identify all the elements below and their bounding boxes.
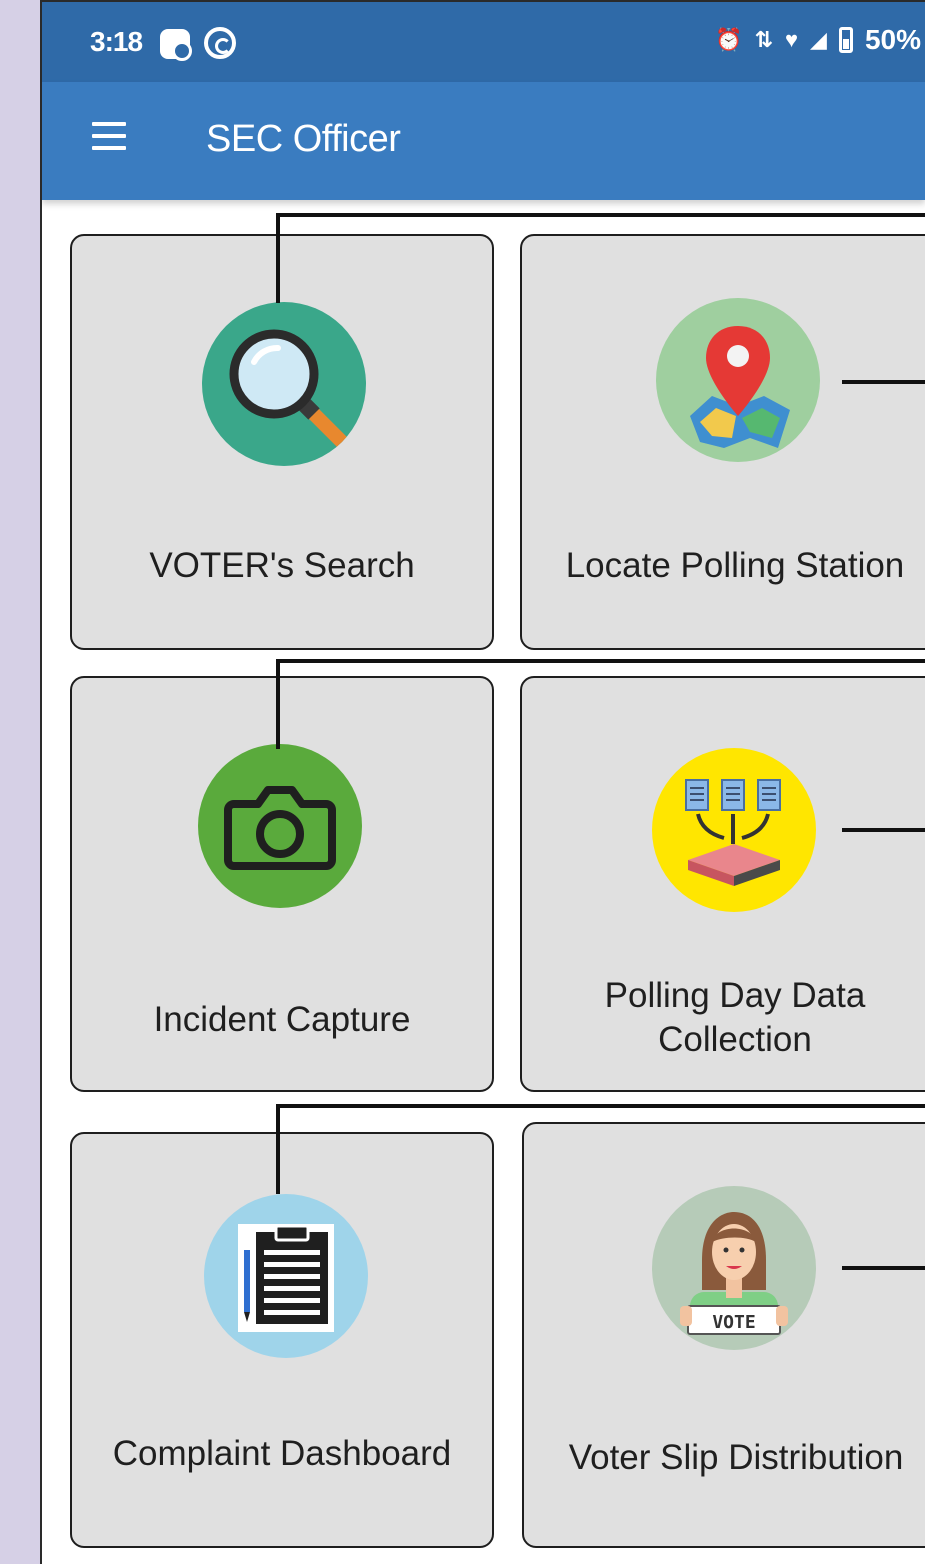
voter-vote-sign-icon: VOTE bbox=[652, 1186, 816, 1350]
signal-icon: ◢ bbox=[810, 27, 827, 52]
callout-line bbox=[276, 213, 925, 217]
tile-label: Incident Capture bbox=[153, 1000, 411, 1039]
callout-line bbox=[276, 659, 925, 663]
tile-voters-search[interactable]: VOTER's Search bbox=[70, 234, 494, 650]
callout-line bbox=[842, 380, 925, 384]
callout-line bbox=[276, 1104, 280, 1194]
tile-polling-day-data-collection[interactable]: Polling Day Data Collection bbox=[520, 676, 925, 1092]
tile-label: Locate Polling Station bbox=[565, 546, 905, 585]
callout-line bbox=[842, 828, 925, 832]
callout-line bbox=[276, 659, 280, 749]
app-title: SEC Officer bbox=[206, 118, 401, 160]
tile-incident-capture[interactable]: Incident Capture bbox=[70, 676, 494, 1092]
sync-status-icon bbox=[204, 27, 236, 59]
network-speed-icon: ⇅ bbox=[754, 27, 773, 52]
status-indicators: ⏰ ⇅ ♥ ◢ 50% bbox=[715, 24, 921, 56]
tile-label: Complaint Dashboard bbox=[112, 1434, 452, 1473]
tile-label: VOTER's Search bbox=[149, 546, 415, 585]
phone-screen: 3:18 ⏰ ⇅ ♥ ◢ 50% SEC Officer VOTER's Sea… bbox=[40, 0, 925, 1564]
status-bar: 3:18 ⏰ ⇅ ♥ ◢ 50% bbox=[42, 2, 925, 82]
alarm-icon: ⏰ bbox=[715, 27, 743, 52]
vote-sign-text: VOTE bbox=[712, 1312, 755, 1333]
callout-line bbox=[276, 213, 280, 303]
tile-locate-polling-station[interactable]: Locate Polling Station bbox=[520, 234, 925, 650]
tile-voter-slip-distribution[interactable]: VOTE Voter Slip Distribution bbox=[522, 1122, 925, 1548]
battery-percent: 50% bbox=[864, 24, 921, 55]
tile-label: Voter Slip Distribution bbox=[568, 1438, 904, 1477]
notification-app-icon bbox=[160, 29, 192, 61]
map-pin-icon bbox=[656, 298, 820, 462]
callout-line bbox=[276, 1104, 925, 1108]
data-collection-icon bbox=[652, 748, 816, 912]
tile-complaint-dashboard[interactable]: Complaint Dashboard bbox=[70, 1132, 494, 1548]
battery-icon bbox=[838, 27, 853, 53]
app-bar: SEC Officer bbox=[42, 82, 925, 200]
wifi-icon: ♥ bbox=[784, 27, 799, 52]
status-time: 3:18 bbox=[90, 26, 143, 57]
camera-icon bbox=[198, 744, 362, 908]
tile-label: Polling Day Data Collection bbox=[604, 976, 866, 1059]
menu-icon[interactable] bbox=[92, 122, 126, 150]
magnifier-icon bbox=[202, 302, 366, 466]
callout-line bbox=[842, 1266, 925, 1270]
clipboard-icon bbox=[204, 1194, 368, 1358]
